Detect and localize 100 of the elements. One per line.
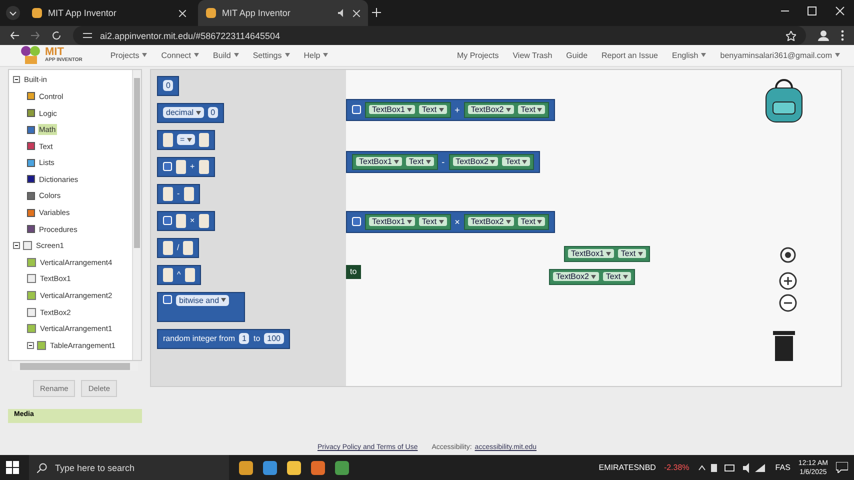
number-field[interactable]: 0 [208,107,218,118]
taskbar-app-icon[interactable] [263,460,277,474]
recenter-icon[interactable] [779,246,797,264]
random-integer-block[interactable]: random integer from 1 to 100 [157,328,290,349]
component-dropdown[interactable]: TextBox1 [369,217,415,226]
collapse-icon[interactable] [13,76,20,84]
component-getter-block[interactable]: TextBox1 Text [365,102,451,118]
component-getter-block[interactable]: TextBox2 Text [464,102,550,118]
property-dropdown[interactable]: Text [518,217,546,226]
star-icon[interactable] [786,30,796,40]
header-link[interactable]: Guide [566,50,588,60]
component-dropdown[interactable]: TextBox2 [553,272,599,282]
operator-label: × [454,216,460,227]
back-icon[interactable] [10,31,19,40]
socket-slot [183,240,194,255]
close-icon[interactable] [179,10,186,16]
zoom-out-icon[interactable] [779,294,797,312]
gear-icon[interactable] [352,105,361,114]
socket-slot [163,132,173,147]
decimal-block[interactable]: decimal 0 [157,102,224,123]
math-operator-block[interactable]: = [157,130,215,150]
component-dropdown[interactable]: TextBox2 [452,157,498,166]
bitwise-block[interactable]: bitwise and [157,292,245,322]
operator-label: + [190,162,195,172]
header-link[interactable]: View Trash [512,50,552,60]
number-field[interactable]: 1 [239,333,250,344]
input-language[interactable]: FAS [775,463,790,472]
windows-start-icon[interactable] [6,461,19,474]
number-field[interactable]: 0 [163,80,174,92]
gear-icon[interactable] [163,162,172,172]
gear-icon[interactable] [163,294,172,304]
component-dropdown[interactable]: TextBox2 [468,217,514,226]
property-dropdown[interactable]: Text [406,157,434,166]
property-dropdown[interactable]: Text [502,157,530,166]
component-dropdown[interactable]: TextBox1 [568,249,614,258]
component-dropdown[interactable]: TextBox1 [369,105,415,114]
collapse-icon[interactable] [27,342,34,349]
property-dropdown[interactable]: Text [418,217,447,226]
address-field[interactable]: ai2.appinventor.mit.edu/#5867223114645504 [73,26,806,45]
property-dropdown[interactable]: Text [518,105,546,114]
taskbar-app-icon[interactable] [239,460,253,474]
menu-icon[interactable] [841,30,844,41]
component-getter-block[interactable]: TextBox2 Text [448,154,534,170]
component-getter-block[interactable]: TextBox2 Text [464,214,550,230]
set-block-fragment[interactable]: to [346,264,361,279]
component-getter-block[interactable]: TextBox2 Text [549,268,635,285]
property-dropdown[interactable]: Text [618,249,646,258]
math-expression-block[interactable]: TextBox1 Text × TextBox2 Text [346,210,556,233]
gear-icon[interactable] [352,217,361,226]
taskbar-app-icon[interactable] [311,460,325,474]
operation-dropdown[interactable]: bitwise and [176,294,230,306]
number-block[interactable]: 0 [157,76,180,96]
account-menu[interactable]: benyaminsalari361@gmail.com [720,50,840,60]
browser-tab[interactable]: MIT App Inventor [24,0,194,26]
collapse-icon[interactable] [13,242,20,250]
component-getter-block[interactable]: TextBox1 Text [564,246,650,262]
number-field[interactable]: 100 [264,333,284,344]
menu-item[interactable]: Help [304,50,328,60]
header-link[interactable]: My Projects [456,50,499,60]
menu-item[interactable]: Settings [252,50,290,60]
scrollbar[interactable] [132,70,141,360]
math-operator-block[interactable]: - [157,184,200,204]
logo-icon [20,45,42,66]
property-dropdown[interactable]: Text [418,105,447,114]
operator-dropdown[interactable]: = [177,134,195,146]
menu-item[interactable]: Build [213,50,239,60]
taskbar-app-icon[interactable] [335,460,349,474]
menu-item[interactable]: Connect [161,50,200,60]
close-icon[interactable] [353,10,360,16]
component-getter-block[interactable]: TextBox1 Text [352,154,438,170]
component-dropdown[interactable]: TextBox1 [356,157,402,166]
browser-tab[interactable]: MIT App Inventor [198,0,368,26]
caret-icon [196,110,201,115]
component-getter-block[interactable]: TextBox1 Text [365,214,451,230]
math-operator-block[interactable]: / [157,238,200,258]
profile-icon[interactable] [818,30,829,41]
reload-icon[interactable] [52,31,61,40]
menu-item[interactable]: Projects [110,50,148,60]
taskbar-app-icon[interactable] [287,460,301,474]
language-menu[interactable]: English [672,50,706,60]
gear-icon[interactable] [163,216,172,226]
taskbar-search-field[interactable]: Type here to search [29,455,229,480]
header-link[interactable]: Report an Issue [602,50,658,60]
zoom-in-icon[interactable] [779,272,797,290]
format-dropdown[interactable]: decimal [163,107,204,118]
site-settings-icon[interactable] [83,32,92,39]
tab-list-icon[interactable] [6,6,20,20]
math-operator-block[interactable]: ^ [157,264,201,285]
math-operator-block[interactable]: + [157,156,215,177]
math-operator-block[interactable]: × [157,210,215,231]
property-dropdown[interactable]: Text [602,272,631,282]
component-dropdown[interactable]: TextBox2 [468,105,514,114]
math-expression-block[interactable]: TextBox1 Text - TextBox2 Text [346,150,540,173]
forward-icon[interactable] [31,31,40,40]
socket-slot [198,160,209,174]
caret-icon [506,108,511,112]
math-expression-block[interactable]: TextBox1 Text + TextBox2 Text [346,98,556,121]
new-tab-icon[interactable] [372,8,381,17]
backpack-icon[interactable] [763,78,805,124]
notification-icon[interactable] [836,462,848,473]
